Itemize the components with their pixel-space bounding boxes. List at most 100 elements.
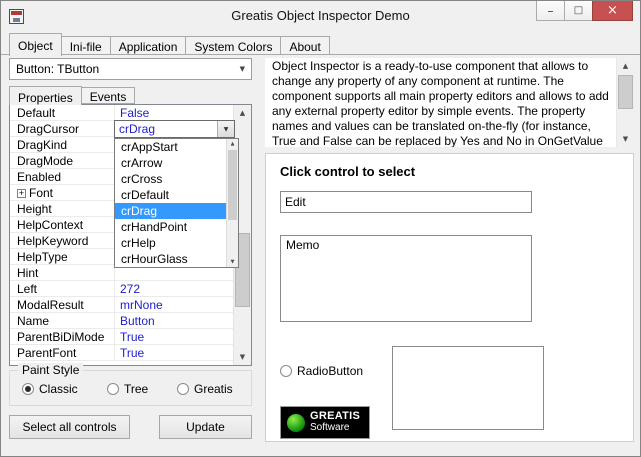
expand-plus-icon[interactable]: + — [17, 189, 26, 198]
inspector-subtabs: Properties Events — [9, 85, 135, 104]
radio-label: RadioButton — [297, 364, 363, 378]
property-row[interactable]: Name Button — [10, 313, 234, 329]
property-name: Default — [17, 106, 55, 120]
inspector-subtab[interactable]: Events — [81, 87, 136, 104]
greatis-ball-icon — [287, 414, 305, 432]
dropdown-item[interactable]: crCross — [115, 171, 227, 187]
minimize-button[interactable]: – — [536, 1, 565, 21]
property-grid: Default False DragCursor DragKind DragMo… — [9, 104, 252, 366]
demo-memo[interactable]: Memo — [280, 235, 532, 322]
radio-icon — [280, 365, 292, 377]
property-name: ParentBiDiMode — [17, 330, 104, 344]
scroll-up-icon[interactable]: ▲ — [234, 105, 251, 121]
dropdown-item[interactable]: crDefault — [115, 187, 227, 203]
property-name: Left — [17, 282, 37, 296]
paint-style-radio[interactable]: Classic — [22, 382, 78, 396]
demo-panel: Click control to select Memo RadioButton… — [265, 153, 634, 442]
dragcursor-editor-value: crDrag — [119, 122, 155, 136]
main-tab[interactable]: Object — [9, 33, 62, 56]
radio-icon — [107, 383, 119, 395]
update-button[interactable]: Update — [159, 415, 252, 439]
property-name-cell: Name — [10, 313, 115, 328]
radio-label: Tree — [124, 382, 148, 396]
main-tab[interactable]: Ini-file — [61, 36, 111, 55]
main-tab[interactable]: Application — [110, 36, 187, 55]
paint-style-groupbox: Paint Style Classic Tree Greatis — [9, 370, 252, 406]
demo-radiobutton[interactable]: RadioButton — [280, 364, 363, 378]
property-value[interactable]: Button — [115, 313, 234, 328]
property-name-cell: DragMode — [10, 153, 115, 168]
scroll-up-icon[interactable]: ▲ — [617, 58, 634, 74]
description-scrollbar-thumb[interactable] — [618, 75, 633, 109]
greatis-logo-text: GREATIS Software — [310, 411, 360, 433]
property-name-cell: DragCursor — [10, 121, 115, 136]
property-name-cell: DragKind — [10, 137, 115, 152]
property-name-cell: HelpKeyword — [10, 233, 115, 248]
dragcursor-value-editor[interactable]: crDrag ▼ — [114, 120, 235, 138]
demo-listbox[interactable] — [392, 346, 544, 430]
property-name: DragMode — [17, 154, 73, 168]
dropdown-item[interactable]: crDrag — [115, 203, 227, 219]
property-row[interactable]: ParentBiDiMode True — [10, 329, 234, 345]
property-row[interactable]: ModalResult mrNone — [10, 297, 234, 313]
property-name: HelpContext — [17, 218, 83, 232]
property-name-cell: ParentBiDiMode — [10, 329, 115, 344]
radio-label: Classic — [39, 382, 78, 396]
property-row[interactable]: Left 272 — [10, 281, 234, 297]
demo-panel-title: Click control to select — [280, 164, 415, 179]
main-tab[interactable]: System Colors — [185, 36, 281, 55]
paint-style-radio[interactable]: Tree — [107, 382, 148, 396]
scroll-up-icon[interactable]: ▲ — [227, 139, 238, 149]
property-value[interactable]: False — [115, 105, 234, 120]
property-name-cell: Default — [10, 105, 115, 120]
property-name-cell: Left — [10, 281, 115, 296]
dropdown-item[interactable]: crHandPoint — [115, 219, 227, 235]
scroll-down-icon[interactable]: ▼ — [227, 257, 238, 267]
property-value[interactable]: 272 — [115, 281, 234, 296]
greatis-logo-type: Software — [310, 423, 360, 434]
property-value[interactable]: True — [115, 329, 234, 344]
demo-edit-input[interactable] — [280, 191, 532, 213]
dropdown-item[interactable]: crArrow — [115, 155, 227, 171]
chevron-down-icon[interactable]: ▼ — [217, 121, 234, 137]
chevron-down-icon: ▼ — [240, 59, 245, 79]
titlebar: Greatis Object Inspector Demo – □ × — [1, 1, 640, 32]
description-panel: Object Inspector is a ready-to-use compo… — [265, 58, 634, 147]
property-value[interactable]: mrNone — [115, 297, 234, 312]
scroll-down-icon[interactable]: ▼ — [234, 349, 251, 365]
component-selector-combobox[interactable]: Button: TButton ▼ — [9, 58, 252, 80]
window-controls: – □ × — [537, 1, 633, 21]
property-name: Name — [17, 314, 49, 328]
property-name-cell: HelpType — [10, 249, 115, 264]
dropdown-items: crAppStart crArrow crCross crDefault crD… — [115, 139, 227, 267]
close-button[interactable]: × — [592, 1, 633, 21]
property-name-cell: ParentFont — [10, 345, 115, 360]
dropdown-item[interactable]: crHourGlass — [115, 251, 227, 267]
maximize-button[interactable]: □ — [564, 1, 593, 21]
radio-label: Greatis — [194, 382, 233, 396]
property-row[interactable]: ParentFont True — [10, 345, 234, 361]
dropdown-scrollbar[interactable]: ▲ ▼ — [226, 139, 238, 267]
paint-style-radio[interactable]: Greatis — [177, 382, 233, 396]
property-name-cell: +Font — [10, 185, 115, 200]
property-name: ParentFont — [17, 346, 76, 360]
scroll-down-icon[interactable]: ▼ — [617, 131, 634, 147]
property-row[interactable]: Default False — [10, 105, 234, 121]
property-name: HelpType — [17, 250, 68, 264]
app-window: Greatis Object Inspector Demo – □ × Obje… — [0, 0, 641, 457]
dropdown-scrollbar-thumb[interactable] — [228, 150, 237, 220]
description-text: Object Inspector is a ready-to-use compo… — [265, 58, 617, 147]
dragcursor-dropdown-list: crAppStart crArrow crCross crDefault crD… — [114, 138, 239, 268]
description-scrollbar[interactable]: ▲ ▼ — [616, 58, 634, 147]
dropdown-item[interactable]: crHelp — [115, 235, 227, 251]
main-tab[interactable]: About — [280, 36, 329, 55]
dropdown-item[interactable]: crAppStart — [115, 139, 227, 155]
property-name-cell: ModalResult — [10, 297, 115, 312]
select-all-controls-button[interactable]: Select all controls — [9, 415, 130, 439]
inspector-subtab[interactable]: Properties — [9, 86, 82, 105]
property-name: Enabled — [17, 170, 61, 184]
greatis-logo-button[interactable]: GREATIS Software — [280, 406, 370, 439]
property-name: Font — [29, 186, 53, 200]
property-value[interactable]: True — [115, 345, 234, 360]
property-name: DragKind — [17, 138, 67, 152]
